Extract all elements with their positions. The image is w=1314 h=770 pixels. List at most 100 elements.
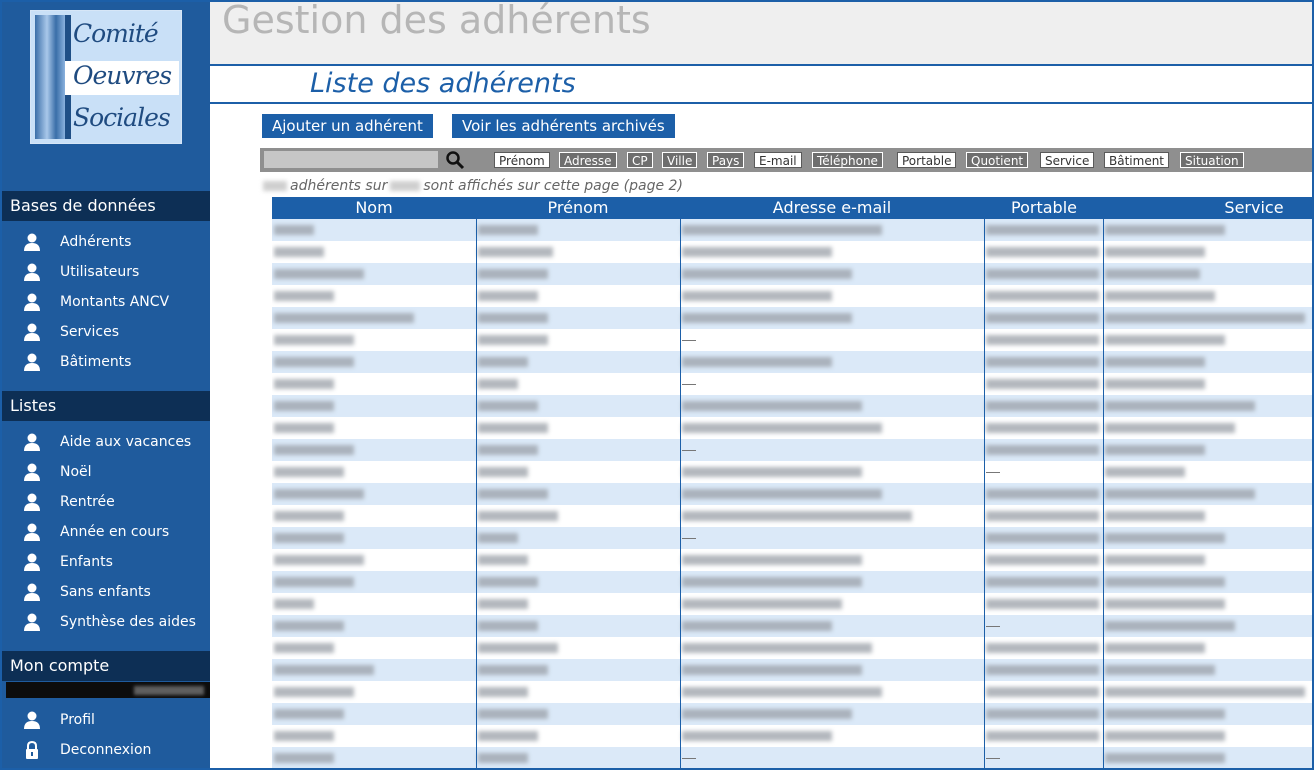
column-toggle-prenom[interactable]: Prénom: [494, 152, 550, 168]
table-row[interactable]: [272, 329, 1312, 351]
redacted-cell: [1105, 555, 1205, 565]
section-title-mon-compte: Mon compte: [2, 651, 210, 681]
redacted-cell: [274, 379, 334, 389]
table-row[interactable]: [272, 593, 1312, 615]
column-header-portable[interactable]: Portable: [984, 197, 1104, 219]
sidebar-item-sans-enfants[interactable]: Sans enfants: [2, 577, 210, 607]
column-toggle-telephone[interactable]: Téléphone: [812, 152, 883, 168]
table-row[interactable]: [272, 373, 1312, 395]
sidebar-item-adherents[interactable]: Adhérents: [2, 227, 210, 257]
column-toggle-quotient[interactable]: Quotient: [966, 152, 1029, 168]
redacted-cell: [478, 335, 548, 345]
sidebar-item-rentree[interactable]: Rentrée: [2, 487, 210, 517]
redacted-cell: [682, 247, 832, 257]
table-row[interactable]: [272, 637, 1312, 659]
column-toggle-batiment[interactable]: Bâtiment: [1104, 152, 1170, 168]
column-toggle-ville[interactable]: Ville: [662, 152, 698, 168]
table-row[interactable]: [272, 439, 1312, 461]
sidebar-item-deconnexion[interactable]: Deconnexion: [2, 735, 210, 765]
sidebar-item-batiments[interactable]: Bâtiments: [2, 347, 210, 377]
table-row[interactable]: [272, 461, 1312, 483]
column-divider: [680, 219, 681, 768]
user-icon: [24, 323, 40, 341]
table-row[interactable]: [272, 703, 1312, 725]
sidebar-item-synthese-aides[interactable]: Synthèse des aides: [2, 607, 210, 637]
redacted-cell: [274, 621, 344, 631]
add-member-button[interactable]: Ajouter un adhérent: [262, 114, 433, 138]
table-row[interactable]: [272, 571, 1312, 593]
logo-line-1: Comité: [73, 19, 159, 48]
table-row[interactable]: [272, 527, 1312, 549]
redacted-cell: [274, 555, 364, 565]
table-row[interactable]: [272, 417, 1312, 439]
table-row[interactable]: [272, 505, 1312, 527]
redacted-cell: [274, 423, 334, 433]
redacted-cell: [986, 335, 1099, 345]
user-icon: [24, 583, 40, 601]
sidebar-item-montants-ancv[interactable]: Montants ANCV: [2, 287, 210, 317]
redacted-cell: [478, 555, 528, 565]
column-toggle-pays[interactable]: Pays: [707, 152, 745, 168]
sidebar-item-profil[interactable]: Profil: [2, 705, 210, 735]
table-row[interactable]: [272, 549, 1312, 571]
column-toggle-portable[interactable]: Portable: [897, 152, 957, 168]
redacted-cell: [986, 313, 1099, 323]
logo[interactable]: Comité Oeuvres Sociales: [30, 10, 182, 144]
sidebar-item-annee-en-cours[interactable]: Année en cours: [2, 517, 210, 547]
redacted-cell: [274, 665, 374, 675]
table-row[interactable]: [272, 285, 1312, 307]
redacted-cell: [274, 467, 344, 477]
user-icon: [24, 493, 40, 511]
column-header-prenom[interactable]: Prénom: [476, 197, 680, 219]
table-row[interactable]: [272, 219, 1312, 241]
sidebar-item-aide-vacances[interactable]: Aide aux vacances: [2, 427, 210, 457]
table-row[interactable]: [272, 351, 1312, 373]
sidebar-item-utilisateurs[interactable]: Utilisateurs: [2, 257, 210, 287]
logo-bar: [35, 15, 65, 139]
column-divider: [984, 219, 985, 768]
redacted-cell: [478, 731, 538, 741]
table-row[interactable]: [272, 747, 1312, 768]
sidebar-item-label: Profil: [60, 712, 95, 728]
search-input[interactable]: [264, 151, 438, 168]
column-header-service[interactable]: Service: [1104, 197, 1312, 219]
search-icon[interactable]: [444, 150, 466, 170]
sidebar-item-label: Enfants: [60, 554, 113, 570]
table-header: Nom Prénom Adresse e-mail Portable Servi…: [272, 197, 1312, 219]
sidebar-item-enfants[interactable]: Enfants: [2, 547, 210, 577]
sidebar-item-services[interactable]: Services: [2, 317, 210, 347]
table-row[interactable]: [272, 395, 1312, 417]
table-row[interactable]: [272, 263, 1312, 285]
column-toggle-service[interactable]: Service: [1040, 152, 1095, 168]
column-header-email[interactable]: Adresse e-mail: [680, 197, 984, 219]
redacted-cell: [1105, 379, 1205, 389]
page-title-bar: Liste des adhérents: [210, 64, 1312, 104]
redacted-cell: [986, 665, 1099, 675]
column-toggle-email[interactable]: E-mail: [754, 152, 802, 168]
redacted-cell: [478, 665, 548, 675]
table-row[interactable]: [272, 483, 1312, 505]
table-row[interactable]: [272, 659, 1312, 681]
redacted-cell: [274, 291, 334, 301]
redacted-cell: [1105, 621, 1235, 631]
redacted-cell: [1105, 467, 1185, 477]
table-row[interactable]: [272, 615, 1312, 637]
view-archived-button[interactable]: Voir les adhérents archivés: [452, 114, 675, 138]
redacted-cell: [682, 621, 832, 631]
logo-line-2: Oeuvres: [73, 61, 172, 90]
column-header-nom[interactable]: Nom: [272, 197, 476, 219]
masked-total: [390, 181, 421, 191]
table-row[interactable]: [272, 307, 1312, 329]
column-toggle-cp[interactable]: CP: [627, 152, 653, 168]
redacted-cell: [478, 357, 528, 367]
sidebar-item-label: Adhérents: [60, 234, 132, 250]
column-toggle-adresse[interactable]: Adresse: [559, 152, 617, 168]
column-toggle-situation[interactable]: Situation: [1180, 152, 1244, 168]
table-row[interactable]: [272, 241, 1312, 263]
sidebar-item-noel[interactable]: Noël: [2, 457, 210, 487]
redacted-cell: [478, 753, 528, 763]
table-row[interactable]: [272, 725, 1312, 747]
redacted-cell: [274, 225, 314, 235]
table-row[interactable]: [272, 681, 1312, 703]
redacted-cell: [986, 269, 1099, 279]
